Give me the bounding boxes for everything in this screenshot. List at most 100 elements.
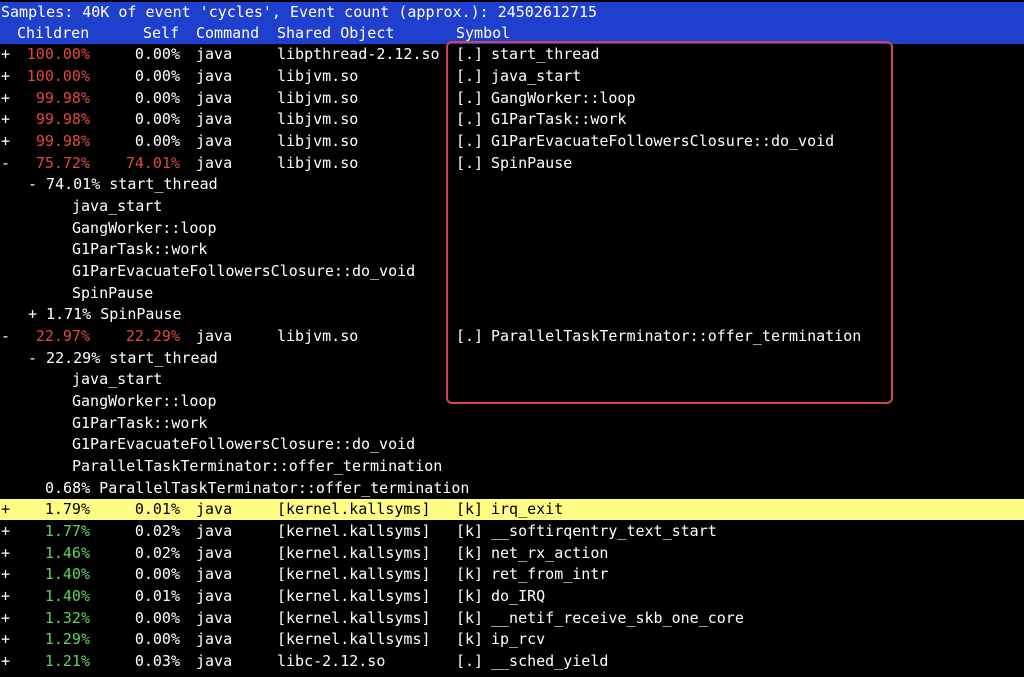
samples-summary-bar: Samples: 40K of event 'cycles', Event co…	[0, 2, 1024, 23]
samples-summary-text: Samples: 40K of event 'cycles', Event co…	[1, 3, 598, 21]
self-percent: 0.00%	[134, 565, 180, 583]
children-percent: 1.46%	[44, 544, 90, 562]
entry-row[interactable]: +99.98% 0.00% java libjvm.so [.] GangWorker::…	[0, 88, 1024, 109]
entry-row[interactable]: +100.00% 0.00% java libjvm.so [.] java_start	[0, 66, 1024, 87]
callchain-frame: G1ParTask::work	[0, 413, 1024, 434]
callchain-frame: G1ParEvacuateFollowersClosure::do_void	[0, 434, 1024, 455]
command-name: java	[196, 522, 233, 540]
command-name: java	[196, 544, 233, 562]
command-name: java	[196, 587, 233, 605]
entry-row[interactable]: +99.98% 0.00% java libjvm.so [.] G1ParTask::w…	[0, 109, 1024, 130]
command-name: java	[196, 132, 233, 150]
symbol-name: GangWorker::loop	[491, 89, 636, 107]
symbol-name: G1ParTask::work	[491, 110, 627, 128]
shared-object-name: libpthread-2.12.so	[277, 45, 440, 63]
command-name: java	[196, 110, 233, 128]
callchain-frame: GangWorker::loop	[0, 218, 1024, 239]
self-percent: 0.01%	[134, 587, 180, 605]
shared-object-name: libjvm.so	[277, 67, 359, 85]
children-percent: 75.72%	[35, 154, 90, 172]
entry-row-selected[interactable]: +1.79% 0.01% java [kernel.kallsyms] [k] irq_e…	[0, 499, 1024, 520]
callchain-sibling-label: + 1.71% SpinPause	[28, 305, 182, 323]
shared-object-name: [kernel.kallsyms]	[277, 500, 431, 518]
symbol-type: [.]	[456, 132, 484, 150]
shared-object-name: libjvm.so	[277, 110, 359, 128]
command-name: java	[196, 565, 233, 583]
symbol-name: ParallelTaskTerminator::offer_terminatio…	[491, 327, 862, 345]
symbol-type: [.]	[456, 45, 484, 63]
callchain-root[interactable]: - 22.29% start_thread	[0, 348, 1024, 369]
entry-row[interactable]: +99.98% 0.00% java libjvm.so [.] G1ParEvacuat…	[0, 131, 1024, 152]
entry-row[interactable]: +1.77% 0.02% java [kernel.kallsyms] [k] __sof…	[0, 521, 1024, 542]
children-percent: 99.98%	[35, 89, 90, 107]
entry-row[interactable]: +1.46% 0.02% java [kernel.kallsyms] [k] net_r…	[0, 543, 1024, 564]
children-percent: 22.97%	[35, 327, 90, 345]
symbol-type: [k]	[456, 544, 484, 562]
shared-object-name: [kernel.kallsyms]	[277, 609, 431, 627]
column-command[interactable]: Command	[196, 23, 259, 44]
entry-row[interactable]: +1.21% 0.03% java libc-2.12.so [.] __sched_yi…	[0, 651, 1024, 672]
children-percent: 1.79%	[44, 500, 90, 518]
entry-row[interactable]: +100.00% 0.00% java libpthread-2.12.so [.] st…	[0, 44, 1024, 65]
callchain-frame-label: G1ParTask::work	[72, 240, 208, 258]
symbol-type: [k]	[456, 587, 484, 605]
symbol-name: java_start	[491, 67, 582, 85]
callchain-root-label: - 74.01% start_thread	[28, 175, 218, 193]
self-percent: 22.29%	[125, 327, 180, 345]
command-name: java	[196, 154, 233, 172]
callchain-frame-label: java_start	[72, 370, 163, 388]
column-children[interactable]: Children	[17, 23, 89, 44]
entry-row[interactable]: -75.72% 74.01% java libjvm.so [.] SpinPause	[0, 153, 1024, 174]
self-percent: 0.00%	[134, 67, 180, 85]
callchain-frame: GangWorker::loop	[0, 391, 1024, 412]
shared-object-name: libjvm.so	[277, 89, 359, 107]
callchain-sibling[interactable]: + 1.71% SpinPause	[0, 304, 1024, 325]
self-percent: 0.00%	[134, 609, 180, 627]
symbol-name: net_rx_action	[491, 544, 609, 562]
entry-row[interactable]: +1.40% 0.01% java [kernel.kallsyms] [k] do_IR…	[0, 586, 1024, 607]
column-self[interactable]: Self	[143, 23, 179, 44]
self-percent: 0.00%	[134, 630, 180, 648]
command-name: java	[196, 327, 233, 345]
symbol-name: ip_rcv	[491, 630, 546, 648]
self-percent: 0.00%	[134, 89, 180, 107]
self-percent: 0.03%	[134, 652, 180, 670]
children-percent: 1.29%	[44, 630, 90, 648]
shared-object-name: [kernel.kallsyms]	[277, 544, 431, 562]
children-percent: 100.00%	[26, 67, 90, 85]
command-name: java	[196, 45, 233, 63]
self-percent: 0.01%	[134, 500, 180, 518]
self-percent: 74.01%	[125, 154, 180, 172]
shared-object-name: [kernel.kallsyms]	[277, 565, 431, 583]
command-name: java	[196, 609, 233, 627]
symbol-type: [.]	[456, 110, 484, 128]
self-percent: 0.02%	[134, 522, 180, 540]
callchain-root[interactable]: - 74.01% start_thread	[0, 174, 1024, 195]
shared-object-name: [kernel.kallsyms]	[277, 630, 431, 648]
symbol-type: [k]	[456, 565, 484, 583]
column-symbol[interactable]: Symbol	[456, 23, 510, 44]
callchain-frame-label: G1ParTask::work	[72, 414, 208, 432]
command-name: java	[196, 89, 233, 107]
symbol-type: [.]	[456, 652, 484, 670]
symbol-name: start_thread	[491, 45, 600, 63]
symbol-name: do_IRQ	[491, 587, 546, 605]
entry-row[interactable]: +1.32% 0.00% java [kernel.kallsyms] [k] __net…	[0, 608, 1024, 629]
symbol-type: [k]	[456, 609, 484, 627]
symbol-name: __softirqentry_text_start	[491, 522, 717, 540]
symbol-name: __sched_yield	[491, 652, 609, 670]
shared-object-name: [kernel.kallsyms]	[277, 587, 431, 605]
column-shared-object[interactable]: Shared Object	[277, 23, 394, 44]
symbol-name: SpinPause	[491, 154, 573, 172]
children-percent: 99.98%	[35, 132, 90, 150]
symbol-type: [k]	[456, 522, 484, 540]
entry-row[interactable]: - 22.97% 22.29% java libjvm.so [.] Paral…	[0, 326, 1024, 347]
command-name: java	[196, 67, 233, 85]
entry-row[interactable]: +1.40% 0.00% java [kernel.kallsyms] [k] ret_f…	[0, 564, 1024, 585]
self-percent: 0.00%	[134, 132, 180, 150]
children-percent: 99.98%	[35, 110, 90, 128]
callchain-frame: G1ParTask::work	[0, 239, 1024, 260]
entry-row[interactable]: +1.29% 0.00% java [kernel.kallsyms] [k] ip_rc…	[0, 629, 1024, 650]
callchain-sibling[interactable]: 0.68% ParallelTaskTerminator::offer_term…	[0, 478, 1024, 499]
symbol-name: ret_from_intr	[491, 565, 609, 583]
